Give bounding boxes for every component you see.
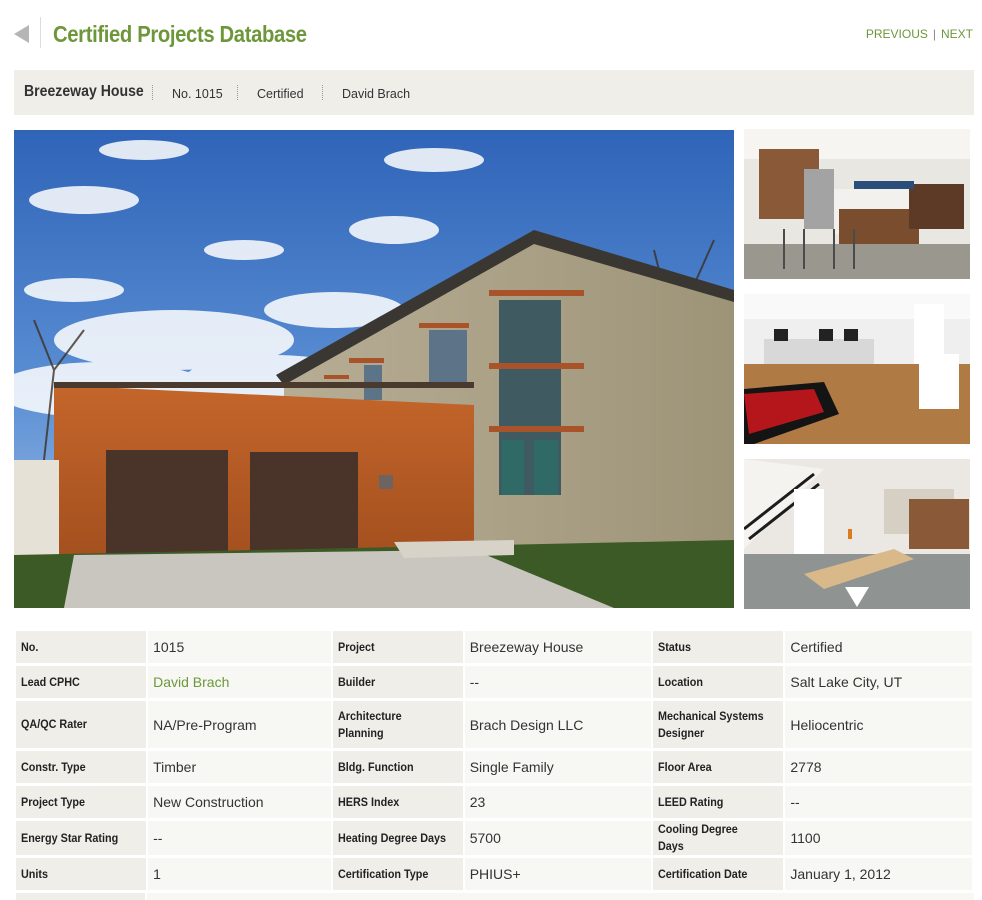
field-label-text: QA/QC Rater bbox=[21, 717, 88, 731]
field-value: PHIUS+ bbox=[464, 858, 652, 890]
table-row-partial bbox=[16, 893, 974, 900]
table-row: QA/QC Rater NA/Pre-Program Architecture Pl… bbox=[16, 701, 972, 748]
field-value: David Brach bbox=[148, 666, 331, 698]
field-label-text: Project bbox=[337, 639, 375, 654]
field-value: -- bbox=[148, 821, 331, 855]
field-label-text: Certification Type bbox=[337, 866, 429, 881]
field-label-text: No. bbox=[21, 639, 39, 654]
field-label: Project Type bbox=[16, 786, 147, 818]
field-value: 2778 bbox=[785, 751, 972, 783]
field-label-text: LEED Rating bbox=[658, 794, 724, 809]
field-label-text: Status bbox=[658, 639, 692, 654]
field-label-text: Architecture Planning bbox=[337, 708, 402, 740]
project-details-table: No. 1015 Project Breezeway House Status Certi… bbox=[14, 628, 974, 893]
office-photo[interactable] bbox=[744, 294, 970, 444]
table-row: Units 1 Certification Type PHIUS+ Certificat… bbox=[16, 858, 972, 890]
field-value: Breezeway House bbox=[464, 631, 652, 663]
pager: PREVIOUS | NEXT bbox=[866, 27, 973, 41]
table-row: Project Type New Construction HERS Index 23… bbox=[16, 786, 972, 818]
field-label-text: Floor Area bbox=[658, 759, 712, 774]
field-value: January 1, 2012 bbox=[785, 858, 972, 890]
field-label: Heating Degree Days bbox=[332, 821, 463, 855]
field-value: Single Family bbox=[464, 751, 652, 783]
field-label: Builder bbox=[332, 666, 463, 698]
field-label: Lead CPHC bbox=[16, 666, 147, 698]
previous-link[interactable]: PREVIOUS bbox=[866, 27, 928, 41]
field-value: NA/Pre-Program bbox=[148, 701, 331, 748]
project-person: David Brach bbox=[342, 87, 411, 101]
field-label-text: Heating Degree Days bbox=[337, 830, 446, 845]
back-arrow-icon[interactable] bbox=[14, 25, 29, 43]
field-value: Timber bbox=[148, 751, 331, 783]
field-label: Constr. Type bbox=[16, 751, 147, 783]
info-separator bbox=[237, 85, 238, 100]
field-label: HERS Index bbox=[332, 786, 463, 818]
field-label-text: Bldg. Function bbox=[337, 759, 414, 774]
table-row: Lead CPHC David Brach Builder -- Location Sal… bbox=[16, 666, 972, 698]
project-status: Certified bbox=[257, 87, 304, 101]
field-value: 1 bbox=[148, 858, 331, 890]
project-name: Breezeway House bbox=[24, 83, 144, 100]
house-exterior-photo bbox=[14, 130, 734, 608]
field-label-text: Units bbox=[21, 866, 48, 881]
project-number: No. 1015 bbox=[172, 87, 223, 101]
table-cell-label bbox=[16, 893, 145, 900]
page-title: Certified Projects Database bbox=[53, 21, 307, 47]
table-row: No. 1015 Project Breezeway House Status Certi… bbox=[16, 631, 972, 663]
field-value: New Construction bbox=[148, 786, 331, 818]
field-value: -- bbox=[464, 666, 652, 698]
field-value: Brach Design LLC bbox=[464, 701, 652, 748]
pager-separator: | bbox=[932, 27, 936, 41]
field-label-text: HERS Index bbox=[337, 794, 399, 809]
field-label-text: Mechanical Systems Designer bbox=[658, 708, 764, 740]
info-separator bbox=[152, 85, 153, 100]
field-label: No. bbox=[16, 631, 147, 663]
field-label: Cooling Degree Days bbox=[653, 821, 784, 855]
field-value: 5700 bbox=[464, 821, 652, 855]
info-separator bbox=[322, 85, 323, 100]
field-label-text: Certification Date bbox=[658, 866, 748, 881]
table-row: Energy Star Rating -- Heating Degree Days 5… bbox=[16, 821, 972, 855]
kitchen-photo[interactable] bbox=[744, 129, 970, 279]
field-label: Project bbox=[332, 631, 463, 663]
scroll-down-icon[interactable] bbox=[845, 587, 869, 607]
field-label: Floor Area bbox=[653, 751, 784, 783]
field-label-text: Project Type bbox=[21, 794, 86, 809]
field-label: Bldg. Function bbox=[332, 751, 463, 783]
field-label: Units bbox=[16, 858, 147, 890]
lead-cphc-link[interactable]: David Brach bbox=[153, 674, 229, 690]
table-row: Constr. Type Timber Bldg. Function Single F… bbox=[16, 751, 972, 783]
field-label-text: Constr. Type bbox=[21, 759, 86, 774]
next-link[interactable]: NEXT bbox=[941, 27, 973, 41]
field-label: Certification Date bbox=[653, 858, 784, 890]
field-label: Certification Type bbox=[332, 858, 463, 890]
field-value: Heliocentric bbox=[785, 701, 972, 748]
table-cell-value bbox=[147, 893, 974, 900]
field-label-text: Lead CPHC bbox=[21, 674, 80, 689]
field-value: 1015 bbox=[148, 631, 331, 663]
project-info-bar: Breezeway House No. 1015 Certified David… bbox=[14, 70, 974, 115]
field-value: 23 bbox=[464, 786, 652, 818]
field-label-text: Builder bbox=[337, 674, 375, 689]
field-label: QA/QC Rater bbox=[16, 701, 147, 748]
field-label: Energy Star Rating bbox=[16, 821, 147, 855]
field-label: LEED Rating bbox=[653, 786, 784, 818]
field-label-text: Energy Star Rating bbox=[21, 830, 119, 845]
field-label: Architecture Planning bbox=[332, 701, 463, 748]
field-label: Location bbox=[653, 666, 784, 698]
field-value: 1100 bbox=[785, 821, 972, 855]
field-label-text: Location bbox=[658, 674, 704, 689]
field-label: Status bbox=[653, 631, 784, 663]
title-divider bbox=[40, 17, 41, 48]
field-value: Certified bbox=[785, 631, 972, 663]
field-label: Mechanical Systems Designer bbox=[653, 701, 784, 748]
field-value: Salt Lake City, UT bbox=[785, 666, 972, 698]
field-value: -- bbox=[785, 786, 972, 818]
field-label-text: Cooling Degree Days bbox=[658, 822, 739, 853]
